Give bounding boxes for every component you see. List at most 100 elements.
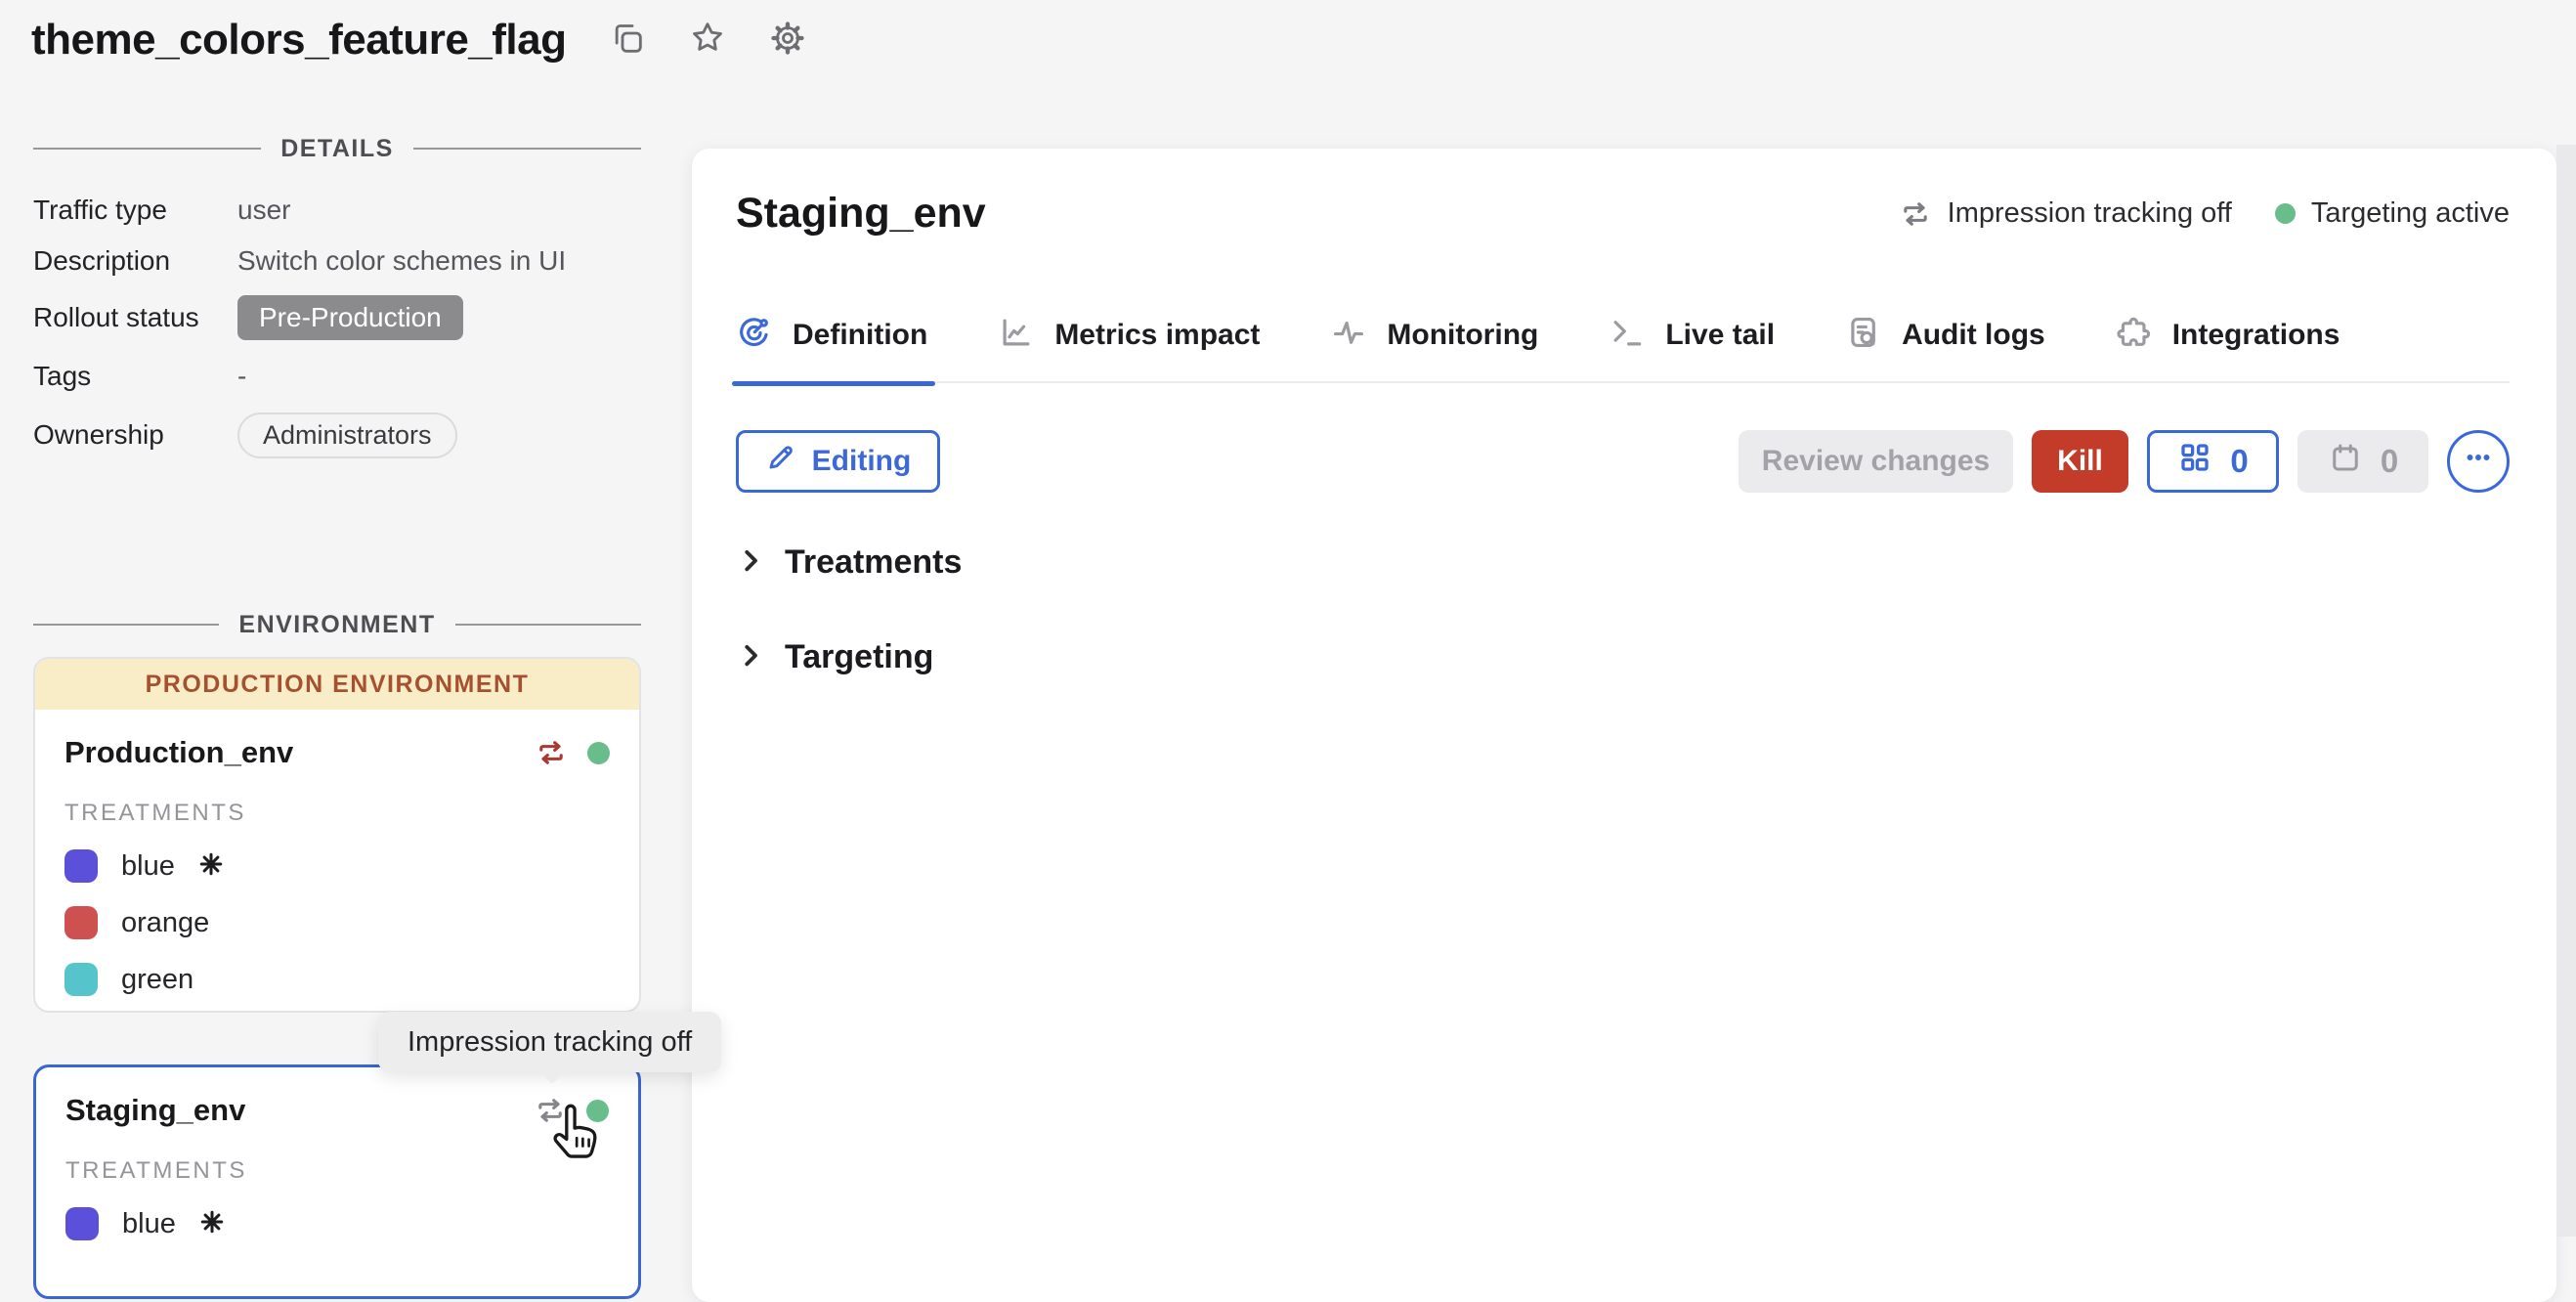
targeting-section-label: Targeting [785, 638, 933, 676]
target-dart-icon [736, 314, 773, 356]
environment-name: Staging_env [65, 1093, 245, 1128]
default-treatment-asterisk-icon [198, 851, 224, 882]
divider [33, 148, 261, 150]
editing-button[interactable]: Editing [736, 430, 940, 493]
review-changes-label: Review changes [1762, 445, 1990, 478]
schedule-count-button[interactable]: 0 [2297, 430, 2428, 493]
tab-metrics-impact[interactable]: Metrics impact [998, 314, 1260, 356]
star-icon [688, 19, 727, 63]
swap-arrows-icon [1899, 197, 1932, 231]
detail-row-tags: Tags - [33, 348, 641, 405]
ownership-chip[interactable]: Administrators [237, 412, 457, 458]
review-changes-button[interactable]: Review changes [1739, 430, 2013, 493]
environment-name: Production_env [64, 735, 293, 770]
ellipsis-icon [2462, 441, 2495, 482]
environment-detail-header: Staging_env Impression tracking off Targ… [736, 190, 2510, 238]
impression-tracking-icon[interactable] [535, 736, 568, 769]
tab-audit-logs[interactable]: Audit logs [1845, 314, 2045, 356]
copy-name-button[interactable] [606, 19, 649, 62]
treatment-swatch [65, 1207, 99, 1240]
impression-status-label: Impression tracking off [1948, 197, 2232, 230]
detail-row-rollout-status: Rollout status Pre-Production [33, 287, 641, 348]
document-search-icon [1845, 314, 1882, 356]
page-header: theme_colors_feature_flag [31, 16, 809, 65]
tab-live-tail[interactable]: Live tail [1609, 314, 1775, 356]
details-heading: DETAILS [33, 135, 641, 162]
scrollbar-track[interactable] [2556, 145, 2576, 1237]
detail-label: Description [33, 245, 237, 277]
treatments-heading: TREATMENTS [65, 1157, 609, 1185]
pulse-icon [1330, 314, 1367, 356]
schedule-count: 0 [2381, 443, 2398, 480]
page-title-actions [606, 19, 809, 62]
kill-button[interactable]: Kill [2032, 430, 2128, 493]
environment-toolbar: Editing Review changes Kill 0 [736, 430, 2510, 493]
whiteboard-count: 0 [2230, 443, 2248, 480]
treatment-row-blue: blue [64, 848, 610, 884]
treatment-name: blue [121, 850, 175, 883]
divider [455, 624, 641, 626]
tab-definition[interactable]: Definition [736, 314, 927, 356]
treatments-heading: TREATMENTS [64, 800, 610, 827]
app-window: theme_colors_feature_flag [0, 0, 2576, 1237]
gear-icon [768, 19, 807, 63]
environment-heading: ENVIRONMENT [33, 611, 641, 638]
terminal-icon [1609, 314, 1646, 356]
targeting-status-label: Targeting active [2311, 197, 2510, 230]
impression-tracking-tooltip: Impression tracking off [378, 1012, 721, 1072]
environment-heading-label: ENVIRONMENT [238, 611, 435, 639]
environment-card-production[interactable]: PRODUCTION ENVIRONMENT Production_env TR… [33, 657, 641, 1013]
divider [33, 624, 219, 626]
chevron-right-icon [736, 640, 765, 674]
tab-integrations[interactable]: Integrations [2116, 314, 2340, 356]
settings-button[interactable] [766, 19, 809, 62]
staging-card-body: Staging_env TREATMENTS blue [36, 1067, 638, 1267]
tab-label: Metrics impact [1054, 319, 1260, 352]
calendar-icon [2328, 440, 2363, 483]
treatment-name: blue [122, 1208, 176, 1240]
treatments-section-toggle[interactable]: Treatments [736, 543, 2510, 582]
detail-row-description: Description Switch color schemes in UI [33, 235, 641, 287]
tooltip-text: Impression tracking off [408, 1026, 692, 1059]
detail-label: Ownership [33, 419, 237, 451]
treatment-swatch [64, 906, 98, 939]
environment-status-group: Impression tracking off Targeting active [1899, 197, 2510, 231]
treatment-swatch [64, 963, 98, 996]
chevron-right-icon [736, 545, 765, 580]
details-panel: DETAILS Traffic type user Description Sw… [33, 135, 641, 465]
environment-title: Staging_env [736, 190, 986, 238]
detail-label: Rollout status [33, 302, 237, 333]
environment-card-staging[interactable]: Staging_env TREATMENTS blue [33, 1064, 641, 1299]
targeting-status: Targeting active [2275, 197, 2510, 230]
tab-label: Integrations [2172, 319, 2340, 352]
tab-monitoring[interactable]: Monitoring [1330, 314, 1538, 356]
kill-label: Kill [2057, 445, 2103, 478]
tab-label: Monitoring [1387, 319, 1538, 352]
default-treatment-asterisk-icon [199, 1209, 225, 1239]
copy-icon [608, 19, 647, 63]
detail-value: Switch color schemes in UI [237, 245, 566, 277]
treatment-name: orange [121, 907, 209, 939]
details-rows: Traffic type user Description Switch col… [33, 186, 641, 465]
tab-label: Live tail [1665, 319, 1775, 352]
detail-value: user [237, 195, 290, 226]
environment-detail-panel: Staging_env Impression tracking off Targ… [692, 149, 2556, 1302]
favorite-button[interactable] [686, 19, 729, 62]
whiteboard-count-button[interactable]: 0 [2147, 430, 2279, 493]
tab-label: Definition [793, 319, 927, 352]
rollout-status-badge: Pre-Production [237, 295, 463, 340]
impression-tracking-status: Impression tracking off [1899, 197, 2232, 231]
divider [413, 148, 641, 150]
green-dot-icon [2275, 203, 2296, 224]
grid-icon [2177, 440, 2212, 483]
puzzle-icon [2116, 314, 2153, 356]
treatment-row-orange: orange [64, 905, 610, 940]
treatment-row-green: green [64, 962, 610, 997]
detail-row-ownership: Ownership Administrators [33, 405, 641, 465]
treatment-swatch [64, 849, 98, 883]
more-actions-button[interactable] [2447, 430, 2510, 493]
page-title: theme_colors_feature_flag [31, 16, 567, 65]
targeting-section-toggle[interactable]: Targeting [736, 638, 2510, 676]
hand-pointer-cursor [549, 1103, 606, 1163]
detail-value: - [237, 361, 246, 392]
